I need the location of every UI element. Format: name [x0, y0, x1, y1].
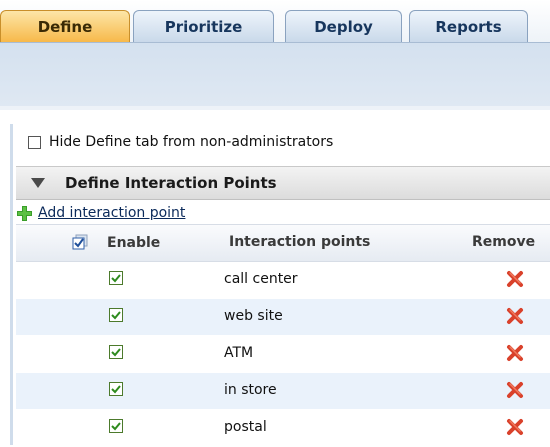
section-title: Define Interaction Points [65, 174, 277, 192]
column-header-enable: Enable [107, 235, 161, 251]
tab-content-band [0, 42, 550, 107]
checkmark-icon [111, 274, 121, 283]
table-header: Enable Interaction points Remove [16, 224, 550, 262]
add-interaction-point-link[interactable]: Add interaction point [16, 203, 185, 223]
collapse-triangle-icon[interactable] [31, 178, 45, 188]
tab-deploy[interactable]: Deploy [285, 10, 402, 42]
table-row: ATM [16, 336, 550, 373]
hide-define-checkbox[interactable] [28, 135, 41, 149]
checkmark-icon [111, 385, 121, 394]
enable-checkbox[interactable] [109, 308, 123, 322]
select-all-checkbox-icon[interactable] [72, 234, 88, 250]
remove-x-icon[interactable] [505, 381, 525, 399]
enable-checkbox[interactable] [109, 345, 123, 359]
column-header-remove: Remove [472, 234, 536, 250]
remove-x-icon[interactable] [505, 307, 525, 325]
remove-x-icon[interactable] [505, 270, 525, 288]
remove-x-icon[interactable] [505, 344, 525, 362]
checkmark-icon [111, 348, 121, 357]
remove-x-icon[interactable] [505, 418, 525, 436]
checkmark-icon [111, 422, 121, 431]
band-divider [0, 106, 550, 110]
interaction-point-name: in store [224, 382, 277, 398]
interaction-point-name: postal [224, 419, 267, 435]
interaction-point-name: call center [224, 271, 298, 287]
column-header-interaction-points: Interaction points [229, 234, 371, 250]
tab-define[interactable]: Define [0, 10, 130, 42]
interaction-point-name: ATM [224, 345, 254, 361]
hide-define-option[interactable]: Hide Define tab from non-administrators [28, 132, 333, 152]
table-row: web site [16, 299, 550, 336]
enable-checkbox[interactable] [109, 419, 123, 433]
section-header[interactable]: Define Interaction Points [16, 166, 550, 200]
add-interaction-point-label: Add interaction point [38, 205, 186, 221]
table-row: call center [16, 262, 550, 299]
table-row: postal [16, 410, 550, 447]
enable-checkbox[interactable] [109, 271, 123, 285]
plus-icon [17, 205, 32, 221]
left-accent-line [10, 124, 13, 445]
hide-define-label: Hide Define tab from non-administrators [49, 134, 334, 150]
tab-reports[interactable]: Reports [409, 10, 528, 42]
table-row: in store [16, 373, 550, 410]
checkmark-icon [111, 311, 121, 320]
enable-checkbox[interactable] [109, 382, 123, 396]
tab-prioritize[interactable]: Prioritize [133, 10, 274, 42]
interaction-point-name: web site [224, 308, 283, 324]
tab-bar: Define Prioritize Deploy Reports [0, 0, 550, 42]
